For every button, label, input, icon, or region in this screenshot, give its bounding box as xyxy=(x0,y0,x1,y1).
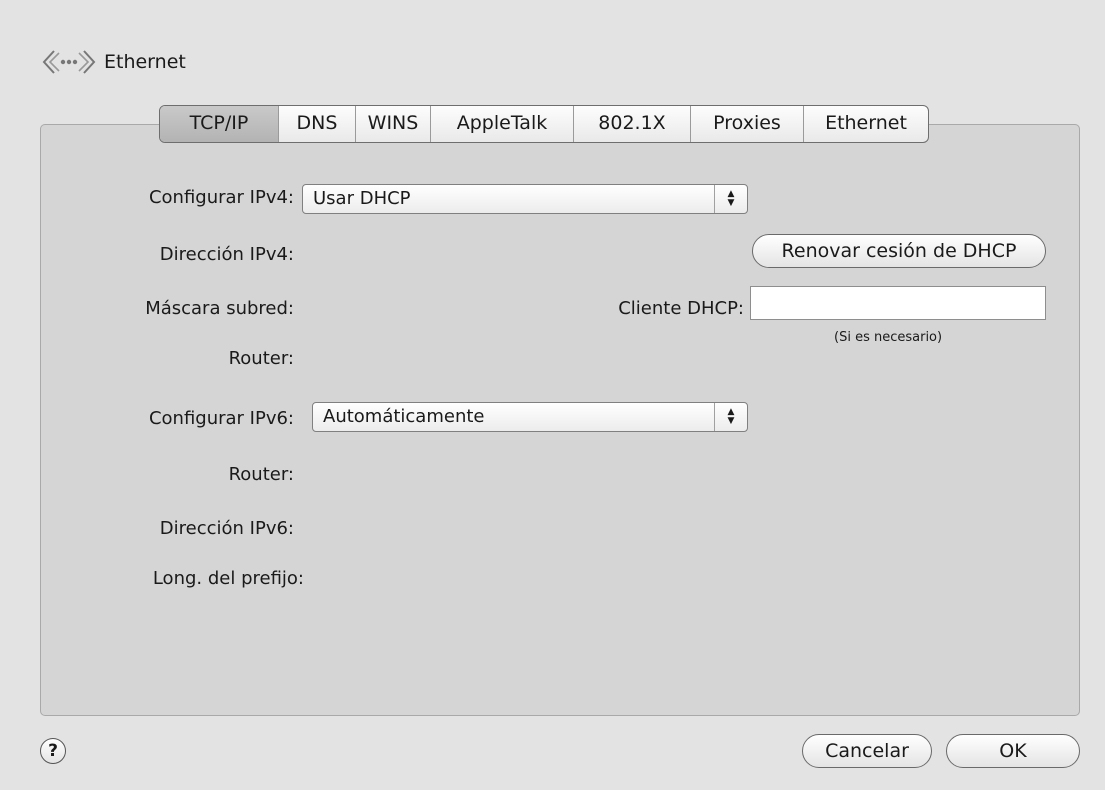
ethernet-network-icon xyxy=(40,47,98,77)
help-button[interactable]: ? xyxy=(40,738,66,764)
ipv4-router-label: Router: xyxy=(228,348,294,369)
dhcp-client-hint: (Si es necesario) xyxy=(834,330,943,345)
ok-button[interactable]: OK xyxy=(946,734,1080,768)
prefix-length-label: Long. del prefijo: xyxy=(152,568,304,589)
tab-8021x[interactable]: 802.1X xyxy=(573,106,690,142)
dhcp-client-label: Cliente DHCP: xyxy=(618,298,744,319)
ipv4-address-label: Dirección IPv4: xyxy=(159,244,294,265)
window-title: Ethernet xyxy=(104,51,186,73)
ipv6-address-label: Dirección IPv6: xyxy=(159,518,294,539)
cancel-button[interactable]: Cancelar xyxy=(802,734,932,768)
renew-dhcp-lease-button[interactable]: Renovar cesión de DHCP xyxy=(752,234,1046,268)
window-header: Ethernet xyxy=(40,44,186,80)
dhcp-client-field[interactable] xyxy=(750,286,1046,320)
help-icon: ? xyxy=(48,741,58,761)
tab-tcpip[interactable]: TCP/IP xyxy=(160,106,278,142)
tab-proxies[interactable]: Proxies xyxy=(690,106,803,142)
tab-dns[interactable]: DNS xyxy=(278,106,355,142)
configure-ipv6-popup[interactable]: Automáticamente ▲ ▼ xyxy=(312,402,748,432)
ipv6-router-label: Router: xyxy=(228,464,294,485)
configure-ipv4-label: Configurar IPv4: xyxy=(148,187,294,208)
configure-ipv6-label: Configurar IPv6: xyxy=(148,408,294,429)
tab-bar: TCP/IP DNS WINS AppleTalk 802.1X Proxies… xyxy=(159,105,929,143)
configure-ipv4-value: Usar DHCP xyxy=(313,188,411,209)
subnet-mask-label: Máscara subred: xyxy=(145,298,294,319)
tab-wins[interactable]: WINS xyxy=(355,106,430,142)
configure-ipv4-popup[interactable]: Usar DHCP ▲ ▼ xyxy=(302,184,748,214)
configure-ipv6-value: Automáticamente xyxy=(323,406,485,427)
popup-arrows-icon: ▲ ▼ xyxy=(714,185,747,213)
popup-arrows-icon: ▲ ▼ xyxy=(714,403,747,431)
tab-appletalk[interactable]: AppleTalk xyxy=(430,106,573,142)
tab-ethernet[interactable]: Ethernet xyxy=(803,106,928,142)
